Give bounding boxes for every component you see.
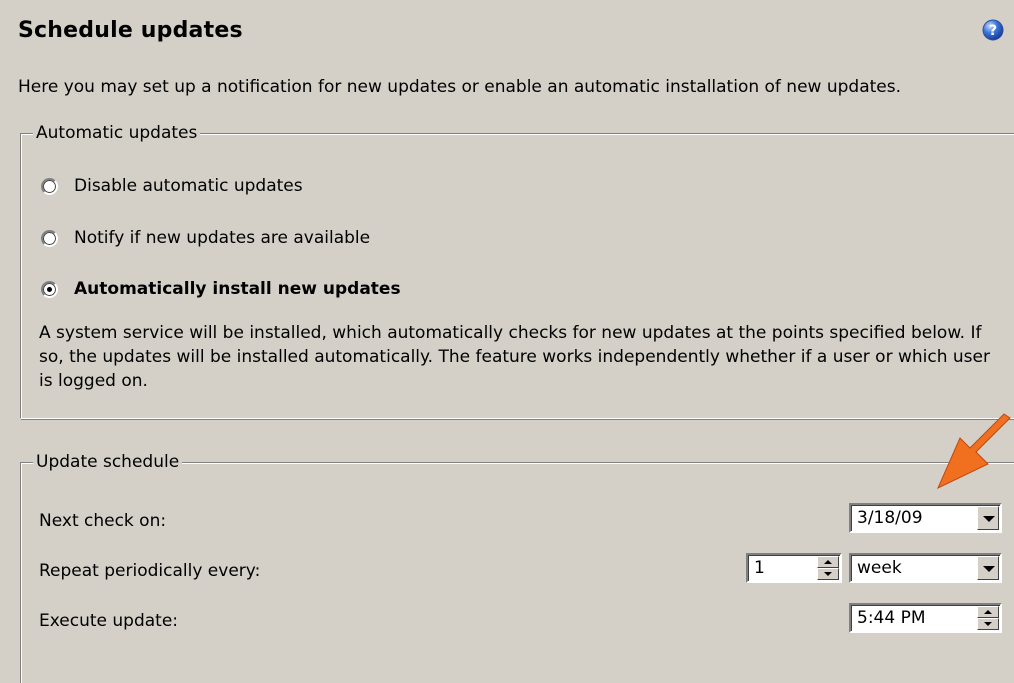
radio-button-checked-icon[interactable]	[41, 280, 58, 298]
svg-text:?: ?	[989, 23, 997, 39]
automatic-updates-group-label: Automatic updates	[33, 122, 201, 144]
radio-button-icon[interactable]	[41, 177, 58, 195]
automatic-updates-group: Automatic updates Disable automatic upda…	[20, 122, 1014, 419]
help-question-icon[interactable]: ?	[982, 19, 1004, 41]
page-title: Schedule updates	[18, 18, 243, 43]
spin-buttons[interactable]	[817, 556, 839, 580]
radio-disable-label: Disable automatic updates	[74, 176, 303, 196]
chevron-down-icon[interactable]	[977, 506, 999, 530]
repeat-periodically-label: Repeat periodically every:	[39, 561, 261, 581]
radio-notify-new-updates[interactable]: Notify if new updates are available	[41, 228, 370, 248]
update-schedule-group-label: Update schedule	[33, 451, 183, 473]
radio-automatically-install[interactable]: Automatically install new updates	[41, 279, 401, 299]
repeat-count-stepper[interactable]: 1	[746, 553, 842, 583]
execute-time-stepper[interactable]: 5:44 PM	[849, 603, 1002, 633]
next-check-date-picker[interactable]: 3/18/09	[849, 503, 1002, 533]
spin-down-icon[interactable]	[977, 618, 999, 630]
repeat-count-value: 1	[754, 558, 765, 578]
update-schedule-group: Update schedule Next check on: 3/18/09 R…	[20, 451, 1014, 683]
spin-buttons[interactable]	[977, 606, 999, 630]
next-check-label: Next check on:	[39, 511, 167, 531]
execute-time-value: 5:44 PM	[857, 608, 926, 628]
orange-arrow-icon	[936, 413, 1011, 490]
auto-install-description: A system service will be installed, whic…	[39, 323, 990, 391]
spin-up-icon[interactable]	[977, 606, 999, 618]
spin-up-icon[interactable]	[817, 556, 839, 568]
radio-disable-automatic-updates[interactable]: Disable automatic updates	[41, 176, 303, 196]
radio-notify-label: Notify if new updates are available	[74, 228, 371, 248]
execute-update-label: Execute update:	[39, 611, 179, 631]
radio-button-icon[interactable]	[41, 229, 58, 247]
spin-down-icon[interactable]	[817, 568, 839, 580]
repeat-unit-select[interactable]: week	[849, 553, 1002, 583]
chevron-down-icon[interactable]	[977, 556, 999, 580]
radio-auto-install-label: Automatically install new updates	[74, 279, 401, 299]
intro-text: Here you may set up a notification for n…	[18, 77, 902, 97]
repeat-unit-value: week	[857, 558, 902, 578]
next-check-date-value: 3/18/09	[857, 508, 923, 528]
